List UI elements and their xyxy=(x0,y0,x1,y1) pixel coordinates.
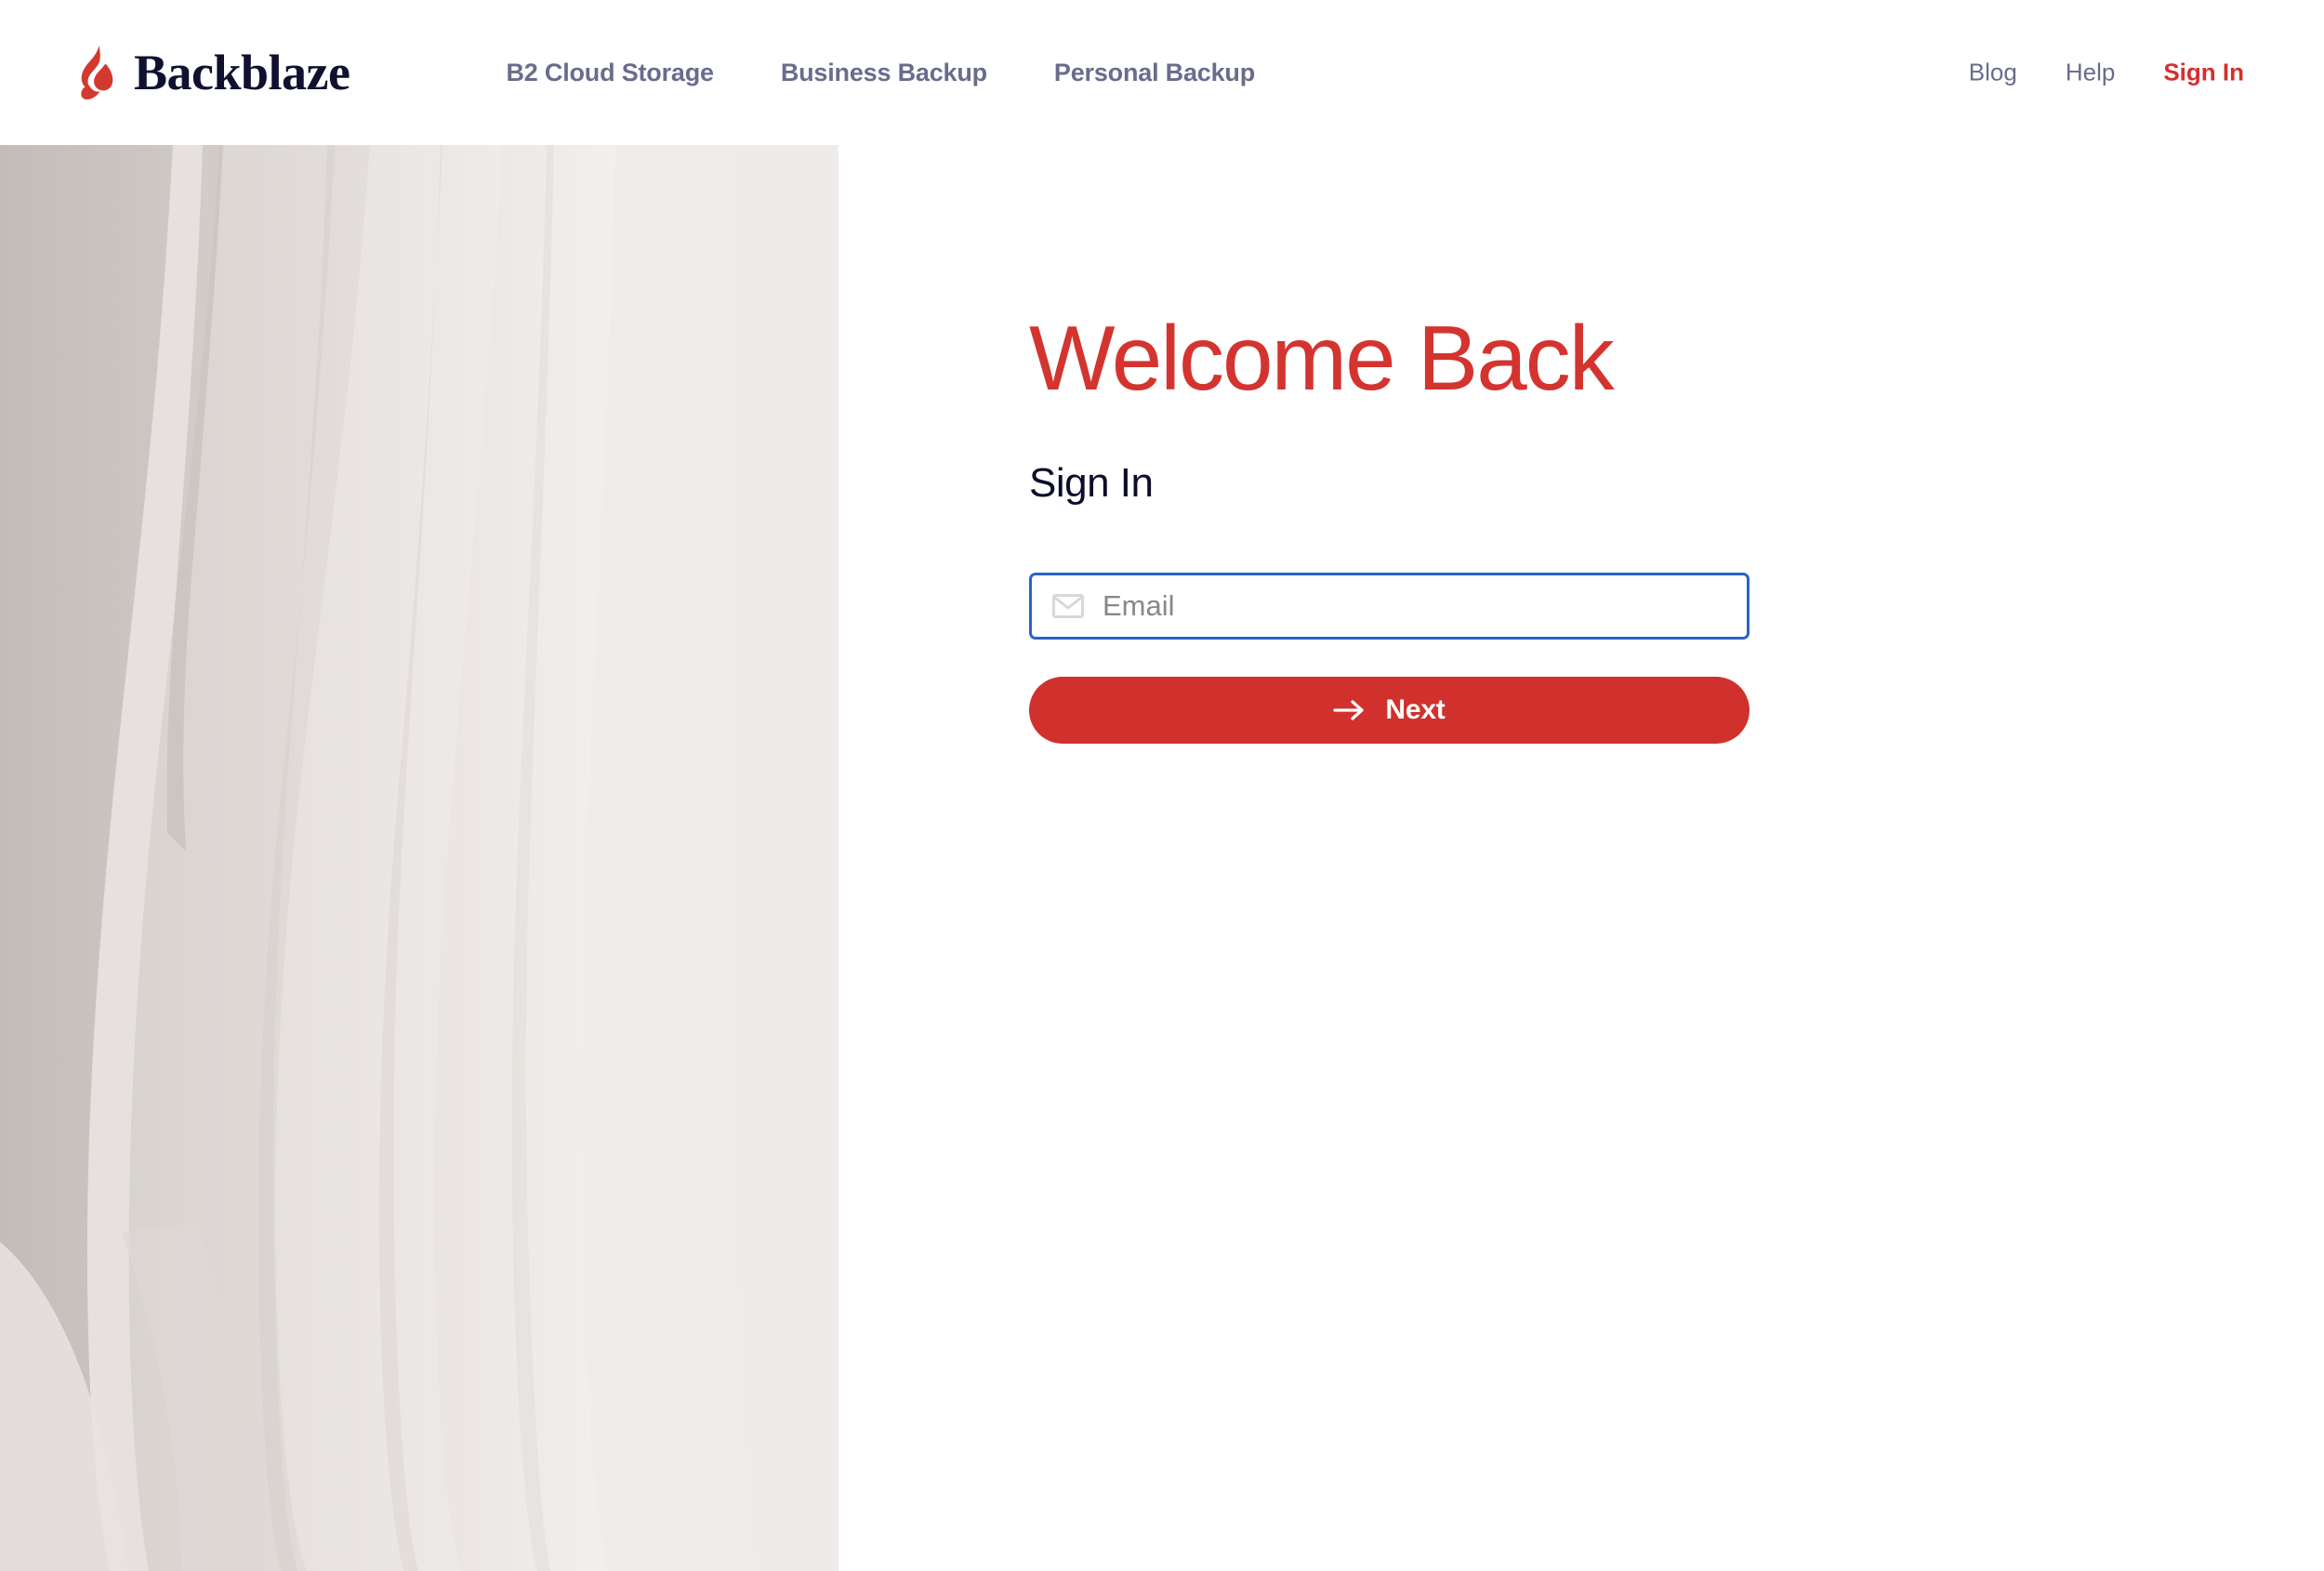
main-content: Welcome Back Sign In Next xyxy=(838,145,2324,1571)
form-subtitle: Sign In xyxy=(1029,460,1154,506)
email-input[interactable] xyxy=(1103,577,1747,636)
nav-item-personal-backup[interactable]: Personal Backup xyxy=(1054,59,1255,87)
flame-icon xyxy=(81,46,113,99)
envelope-icon xyxy=(1052,594,1084,619)
nav-item-blog[interactable]: Blog xyxy=(1969,59,2017,87)
email-field-row[interactable] xyxy=(1029,573,1750,640)
nav-item-b2-cloud-storage[interactable]: B2 Cloud Storage xyxy=(507,59,715,87)
arrow-right-icon xyxy=(1333,700,1364,720)
abstract-waves-graphic xyxy=(0,145,838,1571)
next-button-label: Next xyxy=(1385,694,1446,726)
signin-form: Welcome Back Sign In Next xyxy=(1029,307,1750,745)
nav-item-business-backup[interactable]: Business Backup xyxy=(781,59,987,87)
utility-navigation: Blog Help Sign In xyxy=(1969,59,2244,87)
nav-item-help[interactable]: Help xyxy=(2066,59,2115,87)
nav-item-sign-in[interactable]: Sign In xyxy=(2163,59,2244,87)
primary-navigation: B2 Cloud Storage Business Backup Persona… xyxy=(507,59,1256,87)
site-header: Backblaze B2 Cloud Storage Business Back… xyxy=(0,0,2324,145)
page-title: Welcome Back xyxy=(1029,307,1615,409)
brand-name: Backblaze xyxy=(134,45,350,100)
decorative-art-panel xyxy=(0,145,838,1571)
next-button[interactable]: Next xyxy=(1029,677,1750,745)
brand-logo-link[interactable]: Backblaze xyxy=(76,46,350,99)
